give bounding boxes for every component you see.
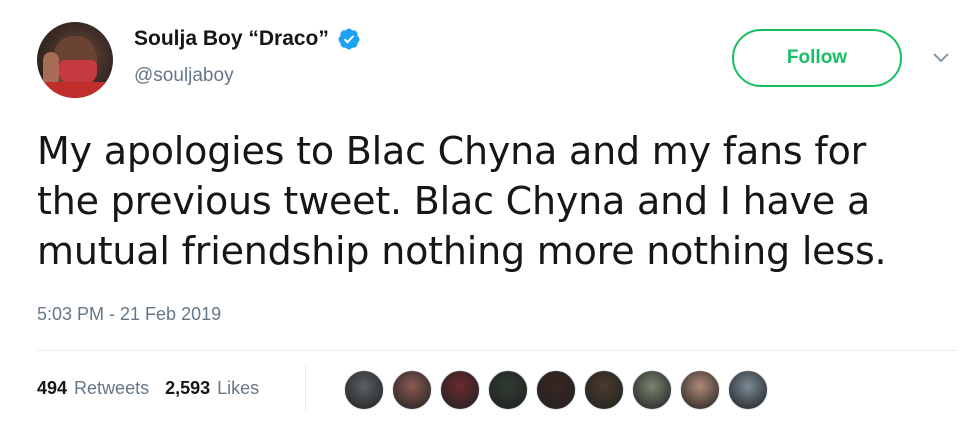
display-name[interactable]: Soulja Boy “Draco” — [134, 27, 329, 51]
avatar[interactable] — [37, 22, 113, 98]
user-handle[interactable]: @souljaboy — [134, 65, 234, 87]
avatar-mask — [59, 60, 97, 84]
liker-avatar[interactable] — [536, 370, 576, 410]
stats-separator — [305, 364, 306, 412]
chevron-down-icon[interactable] — [932, 52, 950, 64]
retweets-stat[interactable]: 494 Retweets — [37, 378, 149, 399]
verified-badge-icon — [338, 28, 360, 50]
liker-avatar[interactable] — [680, 370, 720, 410]
liker-avatar[interactable] — [392, 370, 432, 410]
avatar-hand — [43, 52, 59, 86]
retweets-label: Retweets — [74, 378, 150, 398]
liker-avatar[interactable] — [584, 370, 624, 410]
author-name-row[interactable]: Soulja Boy “Draco” — [134, 27, 361, 51]
liker-avatar[interactable] — [344, 370, 384, 410]
tweet-text: My apologies to Blac Chyna and my fans f… — [37, 129, 887, 273]
tweet-timestamp[interactable]: 5:03 PM - 21 Feb 2019 — [37, 304, 221, 325]
retweets-count: 494 — [37, 378, 68, 398]
liker-avatar[interactable] — [488, 370, 528, 410]
follow-button[interactable]: Follow — [732, 29, 902, 87]
liker-avatars — [344, 370, 776, 410]
tweet-card: Soulja Boy “Draco” @souljaboy Follow My … — [0, 0, 974, 424]
avatar-jacket — [37, 82, 113, 98]
liker-avatar[interactable] — [632, 370, 672, 410]
likes-stat[interactable]: 2,593 Likes — [165, 378, 259, 399]
liker-avatar[interactable] — [728, 370, 768, 410]
divider — [37, 350, 957, 351]
likes-count: 2,593 — [165, 378, 211, 398]
likes-label: Likes — [217, 378, 260, 398]
tweet-stats: 494 Retweets 2,593 Likes — [37, 378, 275, 399]
liker-avatar[interactable] — [440, 370, 480, 410]
